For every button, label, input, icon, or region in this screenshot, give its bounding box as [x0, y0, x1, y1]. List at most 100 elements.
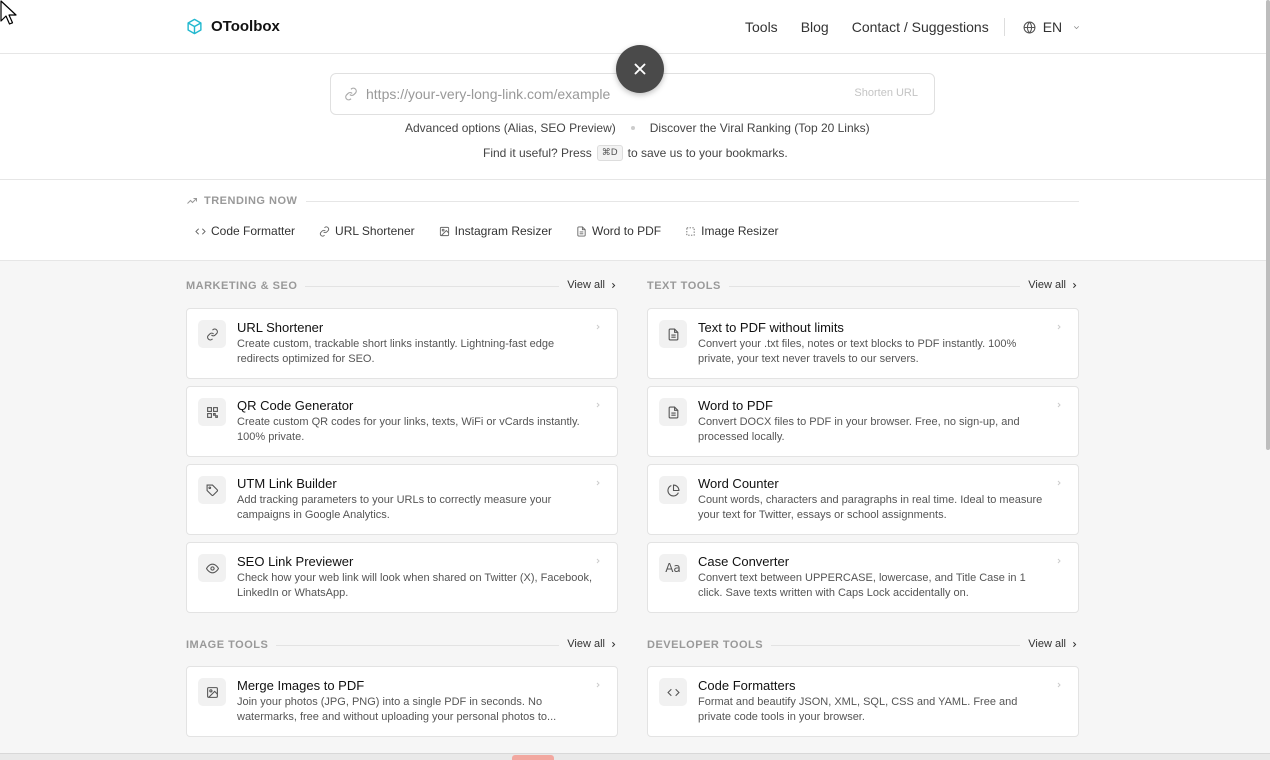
section-title: MARKETING & SEO	[186, 280, 306, 292]
bottom-widget[interactable]	[512, 755, 554, 760]
scrollbar[interactable]	[1266, 0, 1270, 450]
tool-card-description: Convert DOCX files to PDF in your browse…	[698, 416, 1020, 443]
nav-contact-link[interactable]: Contact / Suggestions	[852, 19, 989, 35]
qr-icon	[198, 398, 226, 426]
image-icon	[198, 678, 226, 706]
eye-icon	[198, 554, 226, 582]
tool-card-merge-images-to-pdf[interactable]: Merge Images to PDF Join your photos (JP…	[186, 666, 618, 737]
chevron-right-icon	[1057, 324, 1061, 330]
link-icon	[198, 320, 226, 348]
chevron-right-icon	[1057, 682, 1061, 688]
language-label: EN	[1042, 19, 1063, 35]
tool-card-title: QR Code Generator	[237, 398, 354, 413]
divider	[306, 201, 1079, 202]
view-all-link[interactable]: View all	[559, 638, 618, 650]
trending-item-label: Image Resizer	[701, 224, 779, 238]
code-icon	[195, 227, 206, 235]
pie-chart-icon	[659, 476, 687, 504]
trending-item-image-resizer[interactable]: Image Resizer	[685, 224, 779, 238]
tool-card-description: Convert text between UPPERCASE, lowercas…	[698, 572, 1026, 599]
view-all-label: View all	[567, 638, 605, 650]
viral-ranking-link[interactable]: Discover the Viral Ranking (Top 20 Links…	[650, 121, 870, 135]
logo[interactable]: OToolbox	[186, 18, 280, 35]
tool-card-qr-code-generator[interactable]: QR Code Generator Create custom QR codes…	[186, 386, 618, 457]
view-all-label: View all	[567, 279, 605, 291]
chevron-right-icon	[596, 682, 600, 688]
trending-item-word-to-pdf[interactable]: Word to PDF	[576, 224, 661, 238]
tool-card-title: URL Shortener	[237, 320, 324, 335]
tool-card-text-to-pdf[interactable]: Text to PDF without limits Convert your …	[647, 308, 1079, 379]
chevron-right-icon	[596, 402, 600, 408]
view-all-label: View all	[1028, 279, 1066, 291]
chevron-right-icon	[596, 558, 600, 564]
shorten-url-button[interactable]: Shorten URL	[854, 87, 918, 99]
cube-logo-icon	[187, 18, 202, 35]
tool-card-case-converter[interactable]: Aa Case Converter Convert text between U…	[647, 542, 1079, 613]
chevron-right-icon	[596, 324, 600, 330]
bookmark-suffix: to save us to your bookmarks.	[627, 146, 788, 160]
trending-item-url-shortener[interactable]: URL Shortener	[319, 224, 415, 238]
view-all-link[interactable]: View all	[559, 279, 618, 291]
nav-divider	[1003, 18, 1005, 36]
trending-section: TRENDING NOW Code Formatter URL Shortene…	[0, 180, 1270, 261]
chevron-right-icon	[1073, 282, 1077, 288]
trending-item-code-formatter[interactable]: Code Formatter	[195, 224, 295, 238]
separator-dot	[630, 126, 635, 130]
tool-card-title: Word Counter	[698, 476, 779, 491]
chevron-right-icon	[612, 282, 616, 288]
tool-card-code-formatters[interactable]: Code Formatters Format and beautify JSON…	[647, 666, 1079, 737]
nav-blog-link[interactable]: Blog	[801, 19, 829, 35]
chevron-down-icon	[1074, 25, 1080, 29]
chevron-right-icon	[1057, 558, 1061, 564]
trending-item-instagram-resizer[interactable]: Instagram Resizer	[439, 224, 552, 238]
file-text-icon	[659, 320, 687, 348]
tool-card-word-counter[interactable]: Word Counter Count words, characters and…	[647, 464, 1079, 535]
trending-up-icon	[187, 198, 197, 204]
trending-item-label: Word to PDF	[592, 224, 662, 238]
crop-icon	[686, 226, 695, 236]
trending-item-label: Code Formatter	[211, 224, 296, 238]
tool-card-description: Format and beautify JSON, XML, SQL, CSS …	[698, 696, 1018, 723]
view-all-link[interactable]: View all	[1020, 279, 1079, 291]
url-input[interactable]	[366, 86, 806, 102]
bookmark-prefix: Find it useful? Press	[483, 146, 592, 160]
section-marketing-seo: MARKETING & SEO View all URL Shortener C…	[186, 278, 618, 613]
tool-card-title: Text to PDF without limits	[698, 320, 844, 335]
chevron-right-icon	[1057, 402, 1061, 408]
bookmark-hint: Find it useful? Press ⌘D to save us to y…	[483, 145, 788, 161]
chevron-right-icon	[596, 480, 600, 486]
chevron-right-icon	[612, 641, 616, 647]
trending-title: TRENDING NOW	[204, 195, 298, 207]
tool-card-description: Create custom, trackable short links ins…	[237, 338, 555, 365]
chevron-right-icon	[1057, 480, 1061, 486]
tool-card-title: SEO Link Previewer	[237, 554, 354, 569]
section-developer-tools: DEVELOPER TOOLS View all Code Formatters…	[647, 637, 1079, 737]
tool-card-description: Add tracking parameters to your URLs to …	[237, 494, 552, 521]
brand-name: OToolbox	[211, 18, 280, 35]
close-button[interactable]	[616, 45, 664, 93]
file-icon	[577, 225, 586, 237]
tool-card-url-shortener[interactable]: URL Shortener Create custom, trackable s…	[186, 308, 618, 379]
mouse-cursor-icon	[0, 0, 17, 25]
view-all-link[interactable]: View all	[1020, 638, 1079, 650]
tool-card-seo-link-previewer[interactable]: SEO Link Previewer Check how your web li…	[186, 542, 618, 613]
globe-icon	[1023, 21, 1036, 33]
tool-card-utm-link-builder[interactable]: UTM Link Builder Add tracking parameters…	[186, 464, 618, 535]
trending-item-label: Instagram Resizer	[454, 224, 552, 238]
tool-card-word-to-pdf[interactable]: Word to PDF Convert DOCX files to PDF in…	[647, 386, 1079, 457]
close-icon	[634, 63, 646, 75]
advanced-options-link[interactable]: Advanced options (Alias, SEO Preview)	[405, 121, 616, 135]
tool-card-title: UTM Link Builder	[237, 476, 337, 491]
language-selector[interactable]: EN	[1023, 19, 1081, 35]
case-icon: Aa	[659, 554, 687, 582]
tag-icon	[198, 476, 226, 504]
keyboard-shortcut: ⌘D	[596, 145, 623, 161]
tool-card-description: Count words, characters and paragraphs i…	[698, 494, 1043, 521]
section-image-tools: IMAGE TOOLS View all Merge Images to PDF…	[186, 637, 618, 737]
view-all-label: View all	[1028, 638, 1066, 650]
section-title: DEVELOPER TOOLS	[647, 639, 772, 651]
section-title: TEXT TOOLS	[647, 280, 729, 292]
nav-tools-link[interactable]: Tools	[745, 19, 778, 35]
trending-item-label: URL Shortener	[335, 224, 415, 238]
tool-card-title: Merge Images to PDF	[237, 678, 365, 693]
